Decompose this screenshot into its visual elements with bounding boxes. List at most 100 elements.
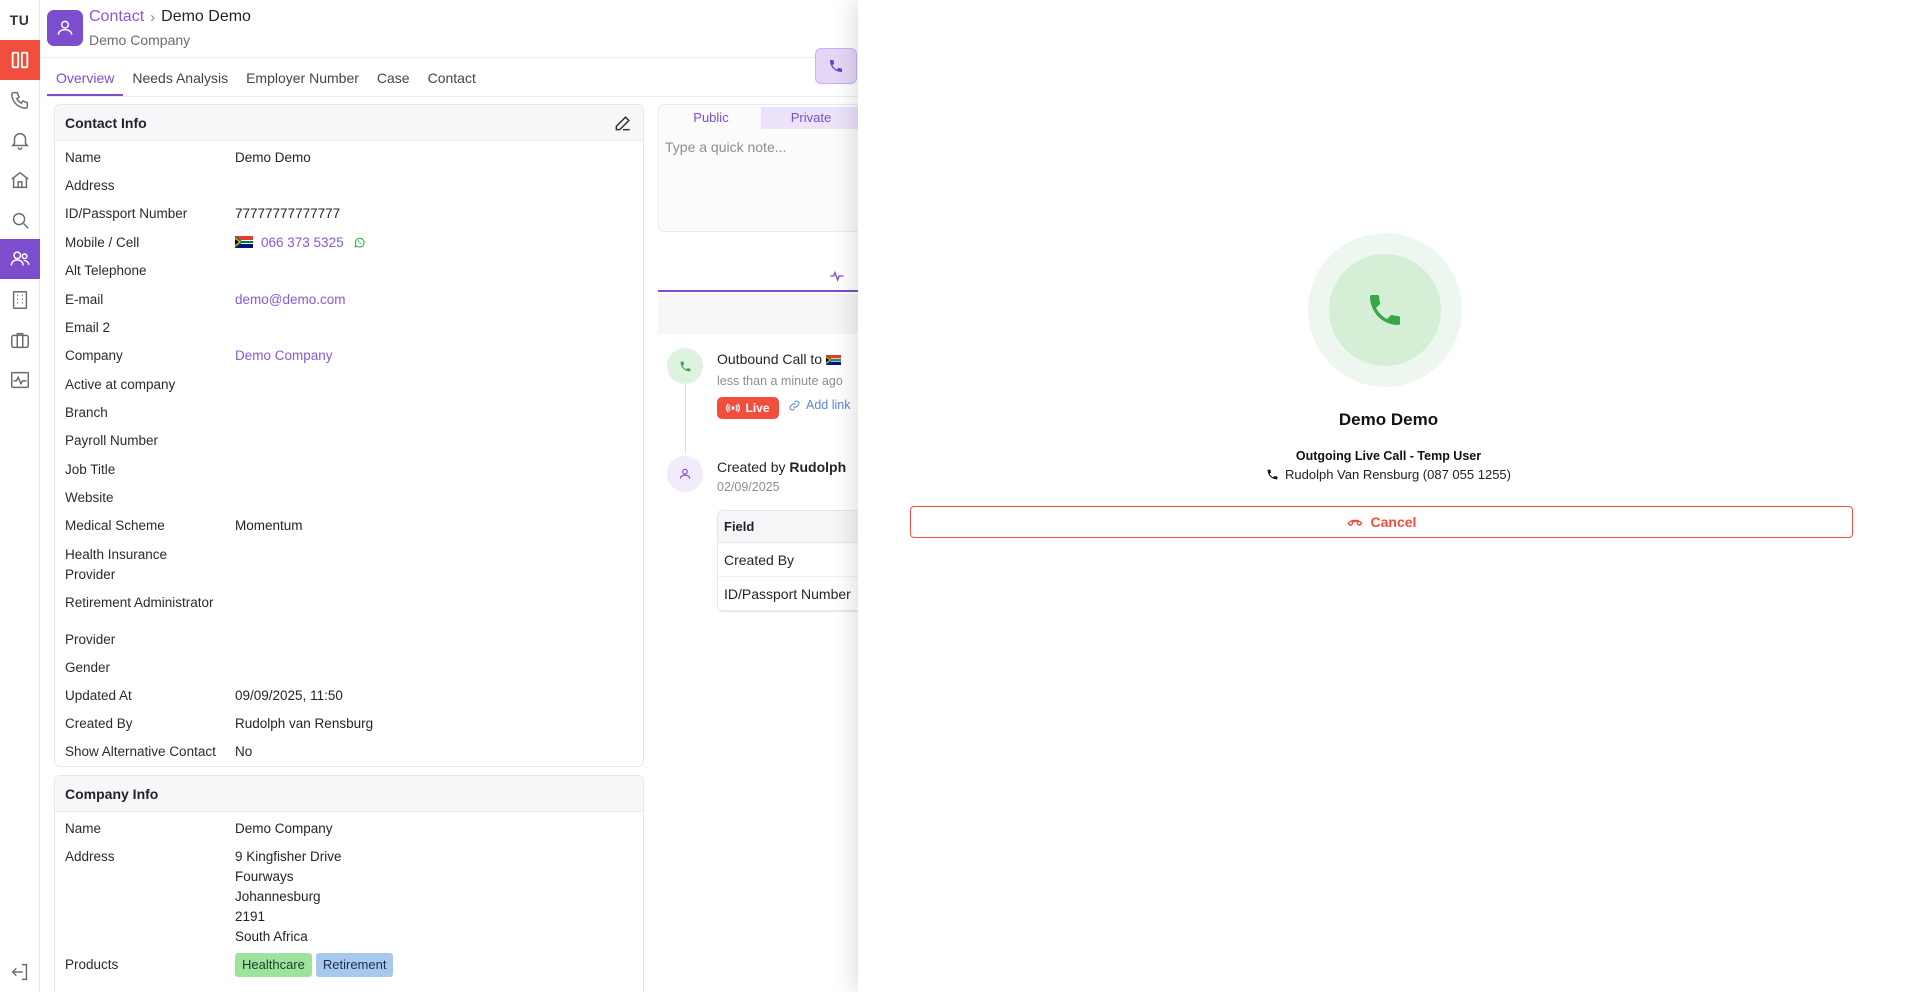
call-agent-line: Rudolph Van Rensburg (087 055 1255) (858, 467, 1919, 482)
field-value-mobile: 066 373 5325 (235, 233, 366, 253)
field-value: 77777777777777 (235, 206, 341, 221)
briefcase-icon[interactable] (0, 320, 40, 360)
activity-filter-bar (658, 294, 868, 334)
company-info-title: Company Info (55, 776, 643, 812)
company-link[interactable]: Demo Company (235, 346, 333, 366)
phone-icon (680, 361, 690, 371)
quick-note-panel: Public Private (658, 104, 868, 232)
field-label: Updated At (65, 688, 132, 703)
field-label: Company (65, 348, 123, 363)
note-visibility-toggle: Public Private (661, 107, 861, 129)
live-badge: Live (717, 397, 779, 419)
field-label: Provider (65, 632, 116, 647)
phone-icon (830, 60, 842, 72)
activity-icon[interactable] (0, 360, 40, 400)
field-label: Retirement Administrator (65, 595, 214, 610)
product-tag-healthcare: Healthcare (235, 953, 312, 977)
tab-needs-analysis[interactable]: Needs Analysis (123, 66, 237, 96)
field-label: Alt Telephone (65, 263, 147, 278)
call-indicator-ring (1308, 233, 1462, 387)
products-tags: Healthcare Retirement (235, 953, 397, 977)
whatsapp-icon[interactable] (353, 236, 366, 249)
outbound-call-time: less than a minute ago (717, 374, 843, 388)
south-africa-flag-icon (235, 236, 253, 248)
live-label: Live (745, 401, 770, 415)
add-link-button[interactable]: Add link (788, 398, 850, 412)
link-icon (789, 400, 800, 410)
tab-overview[interactable]: Overview (47, 66, 124, 96)
breadcrumb-contact-link[interactable]: Contact (89, 8, 144, 26)
search-icon[interactable] (0, 200, 40, 240)
field-label: Website (65, 490, 114, 505)
field-label: Show Alternative Contact (65, 744, 216, 759)
email-link[interactable]: demo@demo.com (235, 290, 346, 310)
address-line: 2191 (235, 909, 266, 924)
call-overlay-panel: Demo Demo Outgoing Live Call - Temp User… (858, 0, 1919, 992)
field-label: Gender (65, 660, 111, 675)
activity-tab[interactable] (658, 258, 868, 292)
field-value: Demo Company (235, 821, 333, 836)
home-icon[interactable] (0, 160, 40, 200)
hang-up-icon (1346, 519, 1363, 527)
building-icon[interactable] (0, 280, 40, 320)
quick-note-input[interactable] (665, 139, 855, 219)
columns-icon[interactable] (0, 40, 40, 80)
tab-contact[interactable]: Contact (419, 66, 485, 96)
tab-bar: Overview Needs Analysis Employer Number … (47, 66, 485, 96)
logout-icon[interactable] (0, 952, 40, 992)
public-toggle[interactable]: Public (661, 107, 761, 129)
user-initials[interactable]: TU (0, 0, 39, 40)
outbound-call-entry-icon (667, 348, 703, 384)
tab-case[interactable]: Case (368, 66, 419, 96)
table-row: ID/Passport Number (718, 577, 866, 611)
field-label: Products (65, 957, 119, 972)
address-line: South Africa (235, 929, 308, 944)
created-date: 02/09/2025 (717, 480, 780, 494)
cancel-label: Cancel (1370, 514, 1417, 530)
broadcast-icon (726, 403, 741, 413)
private-toggle[interactable]: Private (761, 107, 861, 129)
south-africa-flag-icon (825, 355, 841, 365)
call-status: Outgoing Live Call - Temp User (1295, 449, 1482, 463)
contact-avatar (47, 10, 83, 46)
address-line: Fourways (235, 869, 294, 884)
field-label: Name (65, 150, 102, 165)
user-icon (57, 20, 73, 35)
field-label: Name (65, 821, 102, 836)
mobile-number-link[interactable]: 066 373 5325 (261, 235, 344, 250)
tab-employer-number[interactable]: Employer Number (237, 66, 368, 96)
bell-icon[interactable] (0, 120, 40, 160)
phone-icon (1370, 295, 1400, 325)
edit-icon[interactable] (613, 113, 633, 133)
left-rail: TU (0, 0, 40, 992)
call-button[interactable] (815, 48, 857, 84)
phone-icon (1267, 469, 1278, 480)
phone-icon[interactable] (0, 80, 40, 120)
address-line: 9 Kingfisher Drive (235, 849, 342, 864)
created-by-name: Rudolph (789, 459, 847, 475)
outbound-call-title: Outbound Call to (717, 351, 841, 367)
created-entry-icon (667, 456, 703, 492)
created-by-prefix: Created by (717, 459, 786, 475)
page-header: Contact › Demo Demo Demo Company (40, 0, 860, 58)
product-tag-retirement: Retirement (315, 953, 394, 977)
company-info-card: Company Info Name Demo Company Address 9… (54, 775, 644, 992)
cancel-call-button[interactable]: Cancel (910, 506, 1853, 538)
field-label: E-mail (65, 292, 104, 307)
field-value: Demo Demo (235, 150, 311, 165)
field-label: ID/Passport Number (65, 206, 188, 221)
table-row: Created By (718, 543, 866, 577)
field-label: Mobile / Cell (65, 235, 140, 250)
field-label: Email 2 (65, 320, 111, 335)
tab-divider (47, 96, 860, 97)
page-subtitle: Demo Company (89, 32, 191, 48)
field-label: Health Insurance (65, 547, 168, 562)
field-label: Payroll Number (65, 433, 159, 448)
users-icon[interactable] (0, 239, 40, 279)
field-value: No (235, 744, 253, 759)
field-label: Provider (65, 567, 116, 582)
breadcrumb-current: Demo Demo (161, 8, 251, 25)
outbound-call-prefix: Outbound Call to (717, 351, 823, 367)
field-value: Rudolph van Rensburg (235, 716, 374, 731)
chevron-right-icon: › (150, 8, 156, 26)
